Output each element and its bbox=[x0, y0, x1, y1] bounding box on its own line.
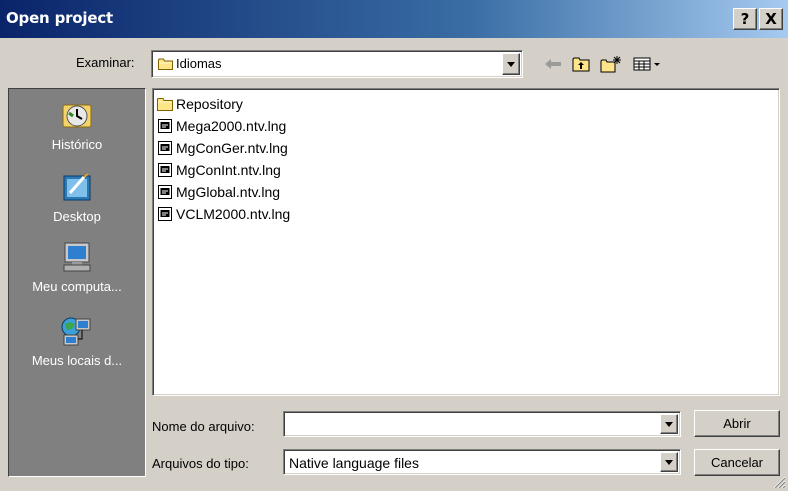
chevron-down-icon bbox=[665, 421, 673, 427]
look-in-dropdown[interactable]: Idiomas bbox=[151, 50, 523, 78]
title-bar[interactable]: Open project ? X bbox=[0, 0, 788, 38]
desktop-icon bbox=[63, 173, 91, 201]
place-label: Meus locais d... bbox=[31, 353, 123, 368]
look-in-dropdown-arrow[interactable] bbox=[502, 53, 520, 75]
place-history[interactable]: Histórico bbox=[9, 99, 145, 152]
file-icon bbox=[158, 119, 172, 133]
place-my-computer[interactable]: Meu computa... bbox=[9, 241, 145, 294]
file-name: Repository bbox=[176, 96, 243, 112]
file-icon bbox=[158, 207, 172, 221]
file-name: MgConInt.ntv.lng bbox=[176, 162, 281, 178]
file-list[interactable]: Repository Mega2000.ntv.lng MgConGer.ntv… bbox=[152, 88, 780, 396]
close-button[interactable]: X bbox=[759, 8, 783, 30]
window-title: Open project bbox=[6, 9, 113, 27]
file-icon bbox=[158, 185, 172, 199]
file-name-dropdown-arrow[interactable] bbox=[660, 414, 678, 434]
list-item[interactable]: Mega2000.ntv.lng bbox=[157, 115, 286, 137]
list-item[interactable]: MgConGer.ntv.lng bbox=[157, 137, 288, 159]
look-in-value: Idiomas bbox=[176, 56, 222, 71]
place-label: Histórico bbox=[51, 137, 103, 152]
list-item[interactable]: MgGlobal.ntv.lng bbox=[157, 181, 280, 203]
list-item[interactable]: MgConInt.ntv.lng bbox=[157, 159, 281, 181]
my-computer-icon bbox=[63, 242, 91, 272]
chevron-down-icon bbox=[507, 61, 515, 67]
file-name-input[interactable] bbox=[283, 411, 681, 437]
file-name: MgGlobal.ntv.lng bbox=[176, 184, 281, 200]
up-one-level-button[interactable] bbox=[570, 52, 592, 76]
place-label: Desktop bbox=[53, 209, 101, 224]
back-arrow-icon bbox=[545, 59, 561, 69]
file-type-value: Native language files bbox=[289, 455, 419, 471]
file-icon bbox=[158, 141, 172, 155]
cancel-button[interactable]: Cancelar bbox=[694, 449, 780, 476]
place-label: Meu computa... bbox=[32, 279, 122, 294]
places-bar: Histórico Desktop Meu computa... Meus lo… bbox=[8, 88, 146, 477]
folder-icon bbox=[157, 98, 173, 111]
views-menu-button[interactable] bbox=[630, 52, 664, 76]
folder-icon bbox=[158, 58, 173, 70]
file-type-label: Arquivos do tipo: bbox=[152, 456, 249, 471]
file-type-dropdown[interactable]: Native language files bbox=[283, 449, 681, 475]
help-button[interactable]: ? bbox=[733, 8, 757, 30]
new-folder-icon bbox=[600, 56, 621, 73]
file-name-label: Nome do arquivo: bbox=[152, 419, 255, 434]
back-button[interactable] bbox=[542, 52, 564, 76]
list-item[interactable]: VCLM2000.ntv.lng bbox=[157, 203, 290, 225]
chevron-down-icon bbox=[665, 459, 673, 465]
list-item[interactable]: Repository bbox=[157, 93, 243, 115]
place-desktop[interactable]: Desktop bbox=[9, 171, 145, 224]
file-type-dropdown-arrow[interactable] bbox=[660, 452, 678, 472]
look-in-label: Examinar: bbox=[76, 55, 135, 70]
new-folder-button[interactable] bbox=[598, 52, 624, 76]
open-button[interactable]: Abrir bbox=[694, 410, 780, 437]
resize-grip-icon[interactable] bbox=[772, 475, 786, 489]
place-network[interactable]: Meus locais d... bbox=[9, 315, 145, 368]
up-folder-icon bbox=[572, 57, 590, 72]
file-name: MgConGer.ntv.lng bbox=[176, 140, 288, 156]
file-icon bbox=[158, 163, 172, 177]
history-icon bbox=[62, 104, 92, 128]
file-name: VCLM2000.ntv.lng bbox=[176, 206, 291, 222]
network-places-icon bbox=[61, 317, 91, 346]
file-name: Mega2000.ntv.lng bbox=[176, 118, 287, 134]
views-menu-icon bbox=[633, 57, 660, 71]
